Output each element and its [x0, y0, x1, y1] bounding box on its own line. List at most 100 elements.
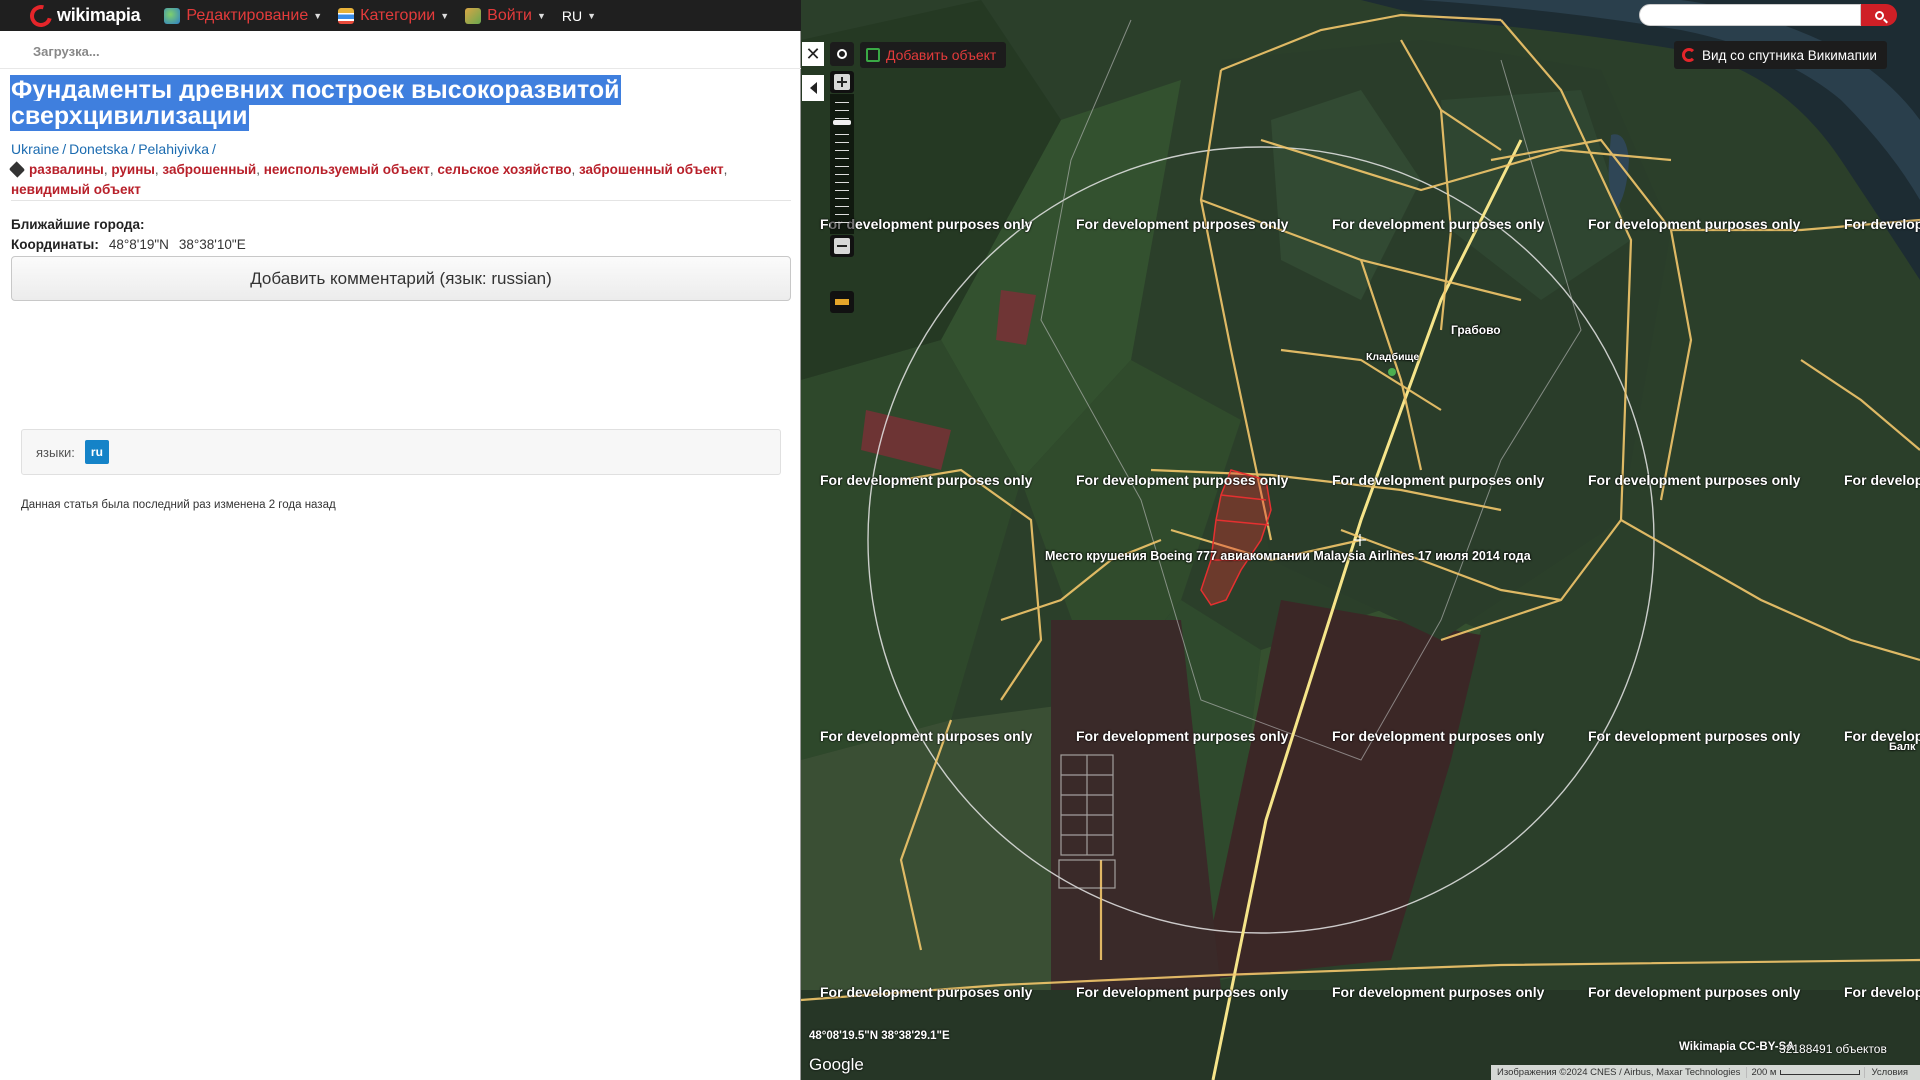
- breadcrumb-region[interactable]: Donetska: [69, 141, 128, 157]
- watermark-text: For development purposes only: [820, 472, 1033, 488]
- coordinates: Координаты: 48°8'19"N 38°38'10"E: [11, 237, 246, 252]
- target-icon: [837, 49, 847, 59]
- map-viewport[interactable]: For development purposes only For develo…: [801, 0, 1920, 1080]
- minus-icon: [834, 238, 850, 254]
- plus-icon: [834, 74, 850, 90]
- chevron-down-icon: ▼: [313, 10, 323, 21]
- article-panel: Загрузка... Фундаменты древних построек …: [0, 31, 801, 1080]
- tag-link[interactable]: невидимый объект: [11, 182, 141, 197]
- language-selector[interactable]: RU ▼: [562, 8, 596, 24]
- chevron-down-icon: ▼: [536, 10, 546, 21]
- globe-edit-icon: [164, 7, 181, 24]
- watermark-text: For development purposes only: [1332, 472, 1545, 488]
- terms-link[interactable]: Условия: [1865, 1067, 1914, 1078]
- login-icon: [465, 7, 482, 24]
- nav-edit-label: Редактирование: [186, 6, 309, 24]
- chevron-down-icon: ▼: [587, 10, 597, 21]
- watermark-text: For development purposes only: [1076, 984, 1289, 1000]
- watermark-text: For development purposes only: [1588, 216, 1801, 232]
- village-label[interactable]: Грабово: [1451, 323, 1501, 337]
- map-controls: [830, 42, 854, 313]
- add-comment-button[interactable]: Добавить комментарий (язык: russian): [11, 256, 791, 301]
- nav-edit-menu[interactable]: Редактирование ▼: [164, 7, 322, 25]
- edge-place-label[interactable]: Балк: [1889, 741, 1916, 753]
- latitude-value: 48°8'19"N: [108, 237, 169, 252]
- chevron-left-icon: [809, 82, 817, 94]
- nav-login-label: Войти: [487, 6, 532, 24]
- languages-label: языки:: [36, 444, 75, 460]
- watermark-text: For development purposes only: [1332, 216, 1545, 232]
- breadcrumb-country[interactable]: Ukraine: [11, 141, 59, 157]
- wikimapia-logo-icon: [1682, 48, 1696, 62]
- page-title: Фундаменты древних построек высокоразвит…: [11, 76, 711, 130]
- watermark-text: For development purposes only: [1076, 728, 1289, 744]
- scale-bar[interactable]: 200 м: [1746, 1067, 1866, 1078]
- watermark-text: For development purposes only: [1588, 472, 1801, 488]
- top-navigation-bar: wikimapia Редактирование ▼ Категории ▼ В…: [0, 0, 801, 31]
- nav-categories-label: Категории: [360, 6, 436, 24]
- search-icon: [1874, 10, 1884, 20]
- satellite-view-toggle[interactable]: Вид со спутника Викимапии: [1674, 41, 1887, 69]
- watermark-text: For development purposes only: [820, 984, 1033, 1000]
- languages-box: языки: ru: [21, 429, 781, 475]
- scale-label: 200 м: [1751, 1067, 1777, 1078]
- wikimapia-logo[interactable]: wikimapia: [25, 0, 141, 31]
- watermark-text: For development purposes only: [1588, 728, 1801, 744]
- object-count: 32188491 объектов: [1779, 1042, 1887, 1056]
- watermark-text: For development purposes only: [1332, 728, 1545, 744]
- categories-icon: [338, 7, 355, 24]
- zoom-out-button[interactable]: [830, 235, 854, 257]
- tag-link[interactable]: развалины: [29, 162, 104, 177]
- zoom-in-button[interactable]: [830, 71, 854, 93]
- category-tags: развалины, руины, заброшенный, неиспольз…: [8, 160, 781, 200]
- watermark-text: For development purposes only: [1588, 984, 1801, 1000]
- coordinates-label: Координаты:: [11, 237, 99, 252]
- nav-categories-menu[interactable]: Категории ▼: [338, 7, 449, 25]
- map-attribution-bar: Изображения ©2024 CNES / Airbus, Maxar T…: [1491, 1065, 1920, 1080]
- add-object-button[interactable]: Добавить объект: [860, 42, 1007, 68]
- chevron-down-icon: ▼: [440, 10, 450, 21]
- wikimapia-logo-icon: [25, 0, 57, 31]
- license-text[interactable]: Wikimapia CC-BY-SA: [1679, 1041, 1795, 1053]
- ruler-icon: [835, 299, 849, 305]
- google-logo[interactable]: Google: [809, 1055, 864, 1075]
- watermark-text: For development purposes only: [1844, 472, 1920, 488]
- close-panel-button[interactable]: ✕: [802, 42, 824, 66]
- watermark-text: For development purposes only: [1844, 984, 1920, 1000]
- watermark-text: For development purposes only: [1076, 216, 1289, 232]
- satellite-map-image: [801, 0, 1920, 1080]
- watermark-text: For development purposes only: [820, 728, 1033, 744]
- collapse-panel-button[interactable]: [802, 75, 824, 101]
- search-input[interactable]: [1639, 4, 1861, 26]
- breadcrumb: Ukraine / Donetska / Pelahiyivka /: [11, 141, 216, 157]
- satellite-view-label: Вид со спутника Викимапии: [1702, 47, 1877, 63]
- loading-text: Загрузка...: [33, 44, 100, 59]
- breadcrumb-locality[interactable]: Pelahiyivka: [138, 141, 209, 157]
- watermark-text: For development purposes only: [1844, 216, 1920, 232]
- tag-link[interactable]: руины: [111, 162, 155, 177]
- imagery-attribution: Изображения ©2024 CNES / Airbus, Maxar T…: [1497, 1067, 1741, 1078]
- language-badge-ru[interactable]: ru: [84, 440, 109, 464]
- tag-icon: [8, 161, 26, 178]
- search-button[interactable]: [1861, 4, 1897, 26]
- divider: [0, 68, 801, 69]
- tag-link[interactable]: неиспользуемый объект: [264, 162, 430, 177]
- watermark-text: For development purposes only: [1332, 984, 1545, 1000]
- watermark-text: For development purposes only: [1076, 472, 1289, 488]
- locate-button[interactable]: [830, 42, 854, 66]
- tag-link[interactable]: сельское хозяйство: [437, 162, 571, 177]
- scale-bar-graphic: [1780, 1070, 1861, 1075]
- logo-text: wikimapia: [57, 5, 141, 25]
- last-modified-text: Данная статья была последний раз изменен…: [21, 499, 336, 511]
- add-object-label: Добавить объект: [886, 47, 997, 63]
- tag-link[interactable]: заброшенный объект: [579, 162, 724, 177]
- zoom-slider[interactable]: [830, 94, 854, 234]
- nav-login-menu[interactable]: Войти ▼: [465, 7, 546, 25]
- crash-site-label[interactable]: Место крушения Boeing 777 авиакомпании M…: [1045, 549, 1531, 563]
- cemetery-label[interactable]: Кладбище: [1366, 351, 1419, 363]
- ruler-button[interactable]: [830, 291, 854, 313]
- tag-link[interactable]: заброшенный: [162, 162, 256, 177]
- nearest-cities-label: Ближайшие города:: [11, 217, 145, 232]
- zoom-slider-handle[interactable]: [833, 120, 851, 125]
- longitude-value: 38°38'10"E: [178, 237, 246, 252]
